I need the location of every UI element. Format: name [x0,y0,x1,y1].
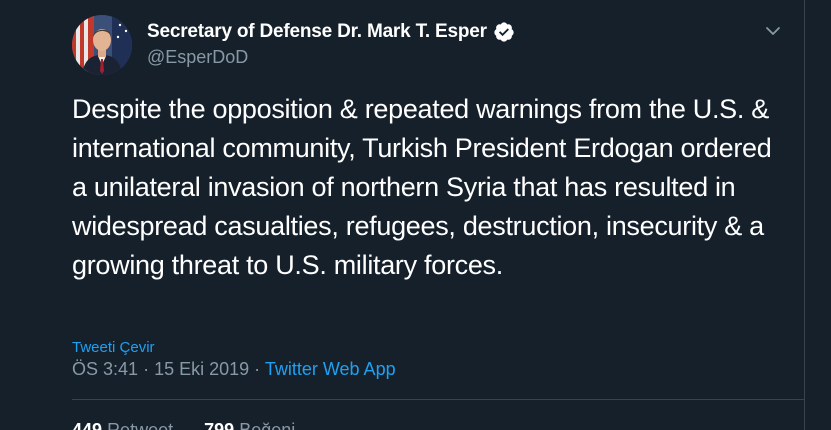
tweet-date[interactable]: 15 Eki 2019 [154,359,249,379]
tweet-meta: ÖS 3:41 · 15 Eki 2019 · Twitter Web App [72,359,396,380]
retweets-count: 449 [72,420,103,430]
column-border [804,0,805,430]
chevron-down-icon[interactable] [763,21,783,41]
tweet-time[interactable]: ÖS 3:41 [72,359,138,379]
translate-tweet-link[interactable]: Tweeti Çevir [72,339,155,356]
meta-separator: · [143,359,150,379]
author-name-row[interactable]: Secretary of Defense Dr. Mark T. Esper [147,21,515,43]
likes-label: Beğeni [239,420,296,430]
divider [72,399,804,400]
avatar-image [72,15,132,75]
author-handle[interactable]: @EsperDoD [147,47,248,68]
likes-stat[interactable]: 799 Beğeni [204,420,295,430]
tweet-stats: 449 Retweet 799 Beğeni [72,420,321,430]
verified-badge-icon [493,21,515,43]
retweets-label: Retweet [107,420,174,430]
author-display-name[interactable]: Secretary of Defense Dr. Mark T. Esper [147,21,487,43]
tweet-source-link[interactable]: Twitter Web App [265,359,396,379]
tweet-text: Despite the opposition & repeated warnin… [72,94,772,280]
retweets-stat[interactable]: 449 Retweet [72,420,178,430]
meta-separator: · [254,359,261,379]
tweet-container: Secretary of Defense Dr. Mark T. Esper @… [0,0,831,430]
likes-count: 799 [204,420,235,430]
avatar[interactable] [72,15,132,75]
